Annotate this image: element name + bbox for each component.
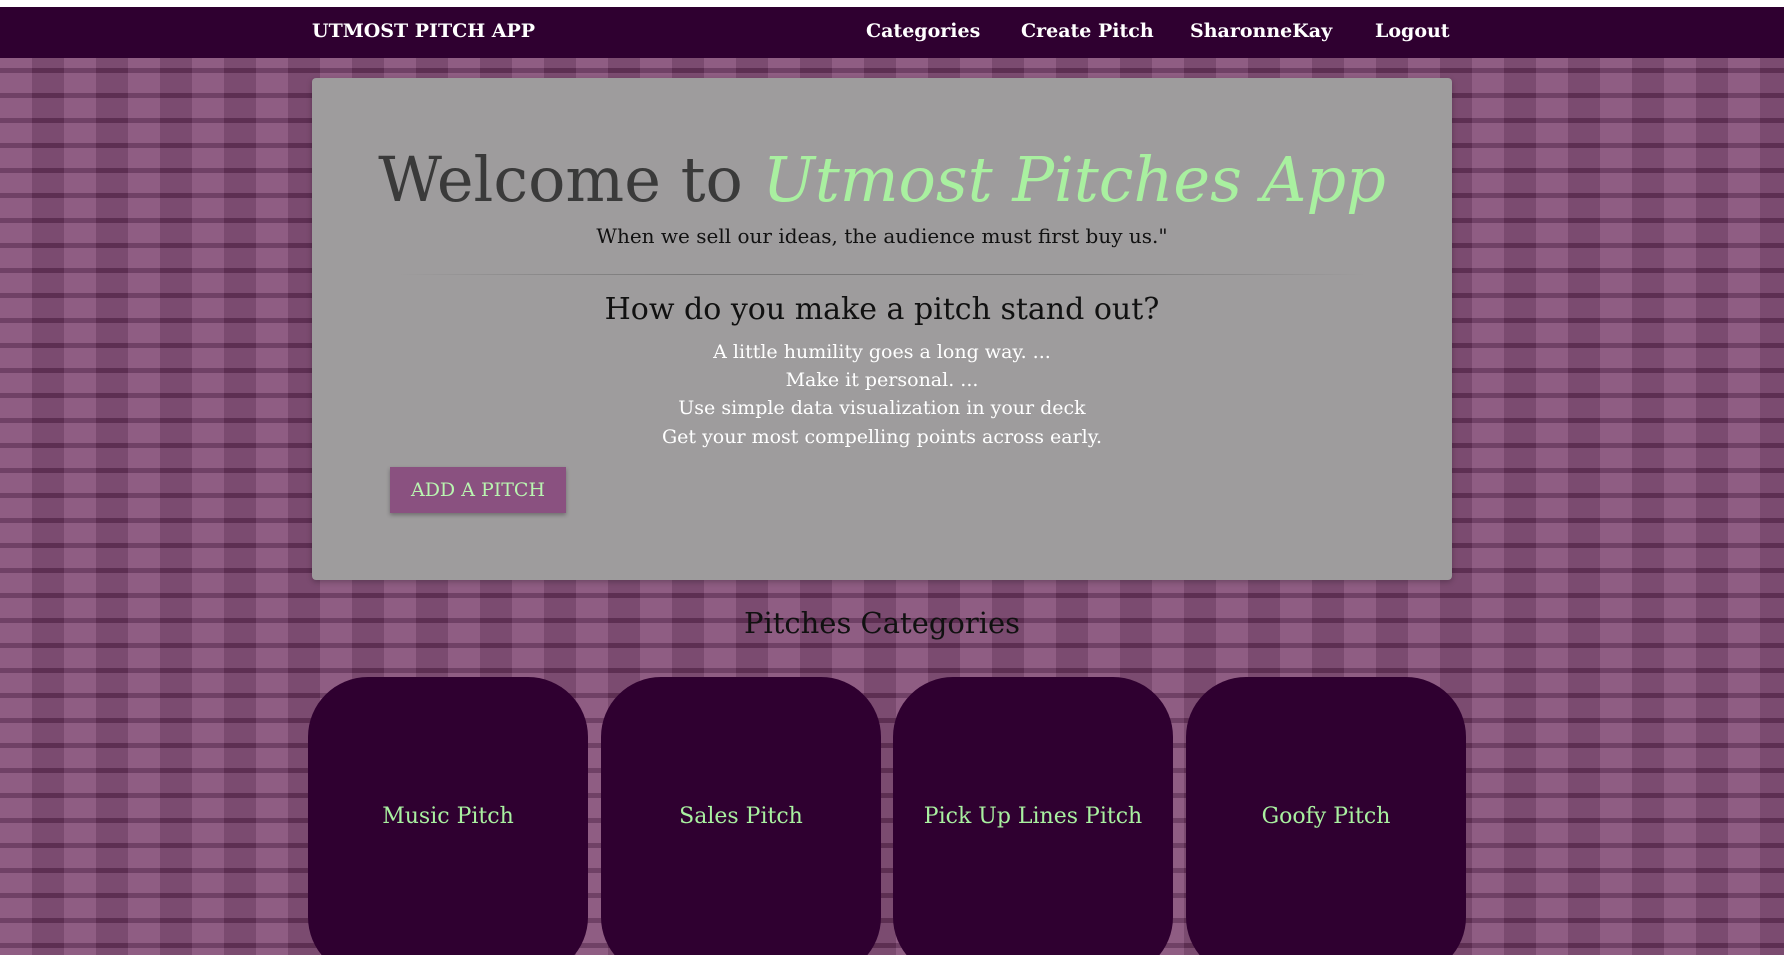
category-label: Goofy Pitch [1261, 804, 1391, 829]
category-card-pick-up-lines[interactable]: Pick Up Lines Pitch [893, 677, 1173, 955]
category-card-sales[interactable]: Sales Pitch [601, 677, 881, 955]
tip-item: A little humility goes a long way. ... [713, 341, 1051, 363]
welcome-app-name: Utmost Pitches App [762, 143, 1386, 216]
hero-quote: When we sell our ideas, the audience mus… [596, 224, 1168, 248]
nav-link-categories[interactable]: Categories [866, 20, 980, 42]
nav-link-logout[interactable]: Logout [1375, 20, 1450, 42]
welcome-heading: Welcome to Utmost Pitches App [312, 140, 1452, 220]
category-label: Music Pitch [382, 804, 514, 829]
tip-item: Make it personal. ... [785, 369, 979, 391]
categories-title: Pitches Categories [743, 606, 1021, 640]
hero-divider [397, 274, 1367, 275]
hero-panel: Welcome to Utmost Pitches App When we se… [312, 78, 1452, 580]
category-label: Sales Pitch [679, 804, 803, 829]
nav-link-profile[interactable]: SharonneKay [1190, 20, 1332, 42]
navbar: UTMOST PITCH APP Categories Create Pitch… [0, 7, 1784, 58]
welcome-prefix: Welcome to [378, 143, 743, 216]
tip-item: Get your most compelling points across e… [661, 426, 1103, 448]
tip-item: Use simple data visualization in your de… [678, 397, 1086, 419]
category-label: Pick Up Lines Pitch [923, 804, 1143, 829]
nav-link-create-pitch[interactable]: Create Pitch [1021, 20, 1154, 42]
add-pitch-button[interactable]: ADD A PITCH [390, 467, 566, 513]
pitch-question: How do you make a pitch stand out? [604, 292, 1160, 327]
category-card-goofy[interactable]: Goofy Pitch [1186, 677, 1466, 955]
top-strip [0, 0, 1784, 7]
category-card-music[interactable]: Music Pitch [308, 677, 588, 955]
brand-logo[interactable]: UTMOST PITCH APP [312, 20, 535, 42]
